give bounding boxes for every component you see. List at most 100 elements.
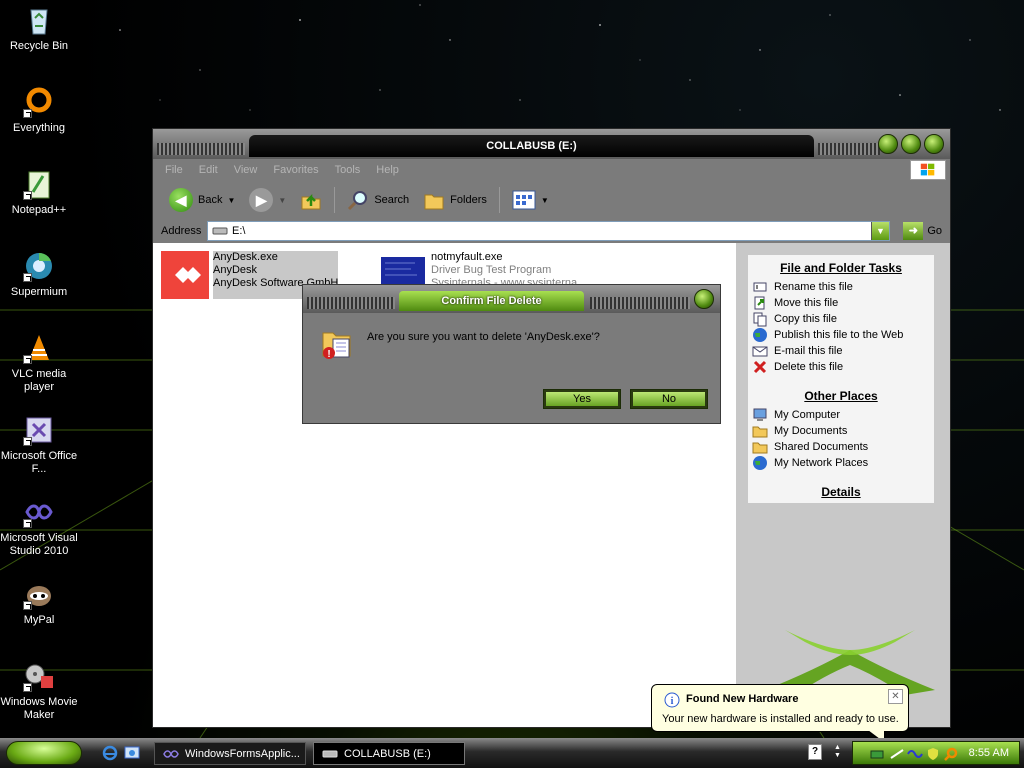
taskbar-button-windowsforms[interactable]: WindowsFormsApplic... [154, 742, 306, 765]
taskbar-button-collabusb[interactable]: COLLABUSB (E:) [313, 742, 465, 765]
desktop-icon-office[interactable]: Microsoft Office F... [0, 414, 78, 476]
address-input[interactable]: E:\ ▼ [207, 221, 890, 241]
menu-file[interactable]: File [165, 164, 183, 176]
close-button[interactable] [924, 134, 944, 154]
desktop-icon-vlc[interactable]: VLC media player [0, 332, 78, 394]
help-icon[interactable]: ? [808, 744, 822, 760]
visual-studio-icon [163, 749, 179, 758]
maximize-button[interactable] [901, 134, 921, 154]
task-email[interactable]: E-mail this file [748, 343, 934, 359]
file-folder-tasks-heading[interactable]: File and Folder Tasks [748, 261, 934, 275]
place-shared-documents[interactable]: Shared Documents [748, 439, 934, 455]
views-icon [512, 190, 536, 210]
dialog-titlebar[interactable]: Confirm File Delete [303, 285, 720, 313]
task-label: Delete this file [774, 361, 844, 373]
menu-favorites[interactable]: Favorites [273, 164, 318, 176]
network-tray-icon[interactable] [889, 746, 905, 762]
info-icon: i [664, 692, 680, 708]
delete-x-icon [753, 360, 767, 374]
titlebar-grille [818, 143, 880, 155]
minimize-button[interactable] [878, 134, 898, 154]
task-copy[interactable]: Copy this file [748, 311, 934, 327]
svg-text:i: i [671, 696, 674, 707]
forward-dropdown-icon[interactable]: ▼ [278, 196, 286, 205]
menu-bar: File Edit View Favorites Tools Help [153, 159, 950, 181]
copy-icon [753, 312, 767, 327]
desktop-icon-recycle-bin[interactable]: Recycle Bin [0, 4, 78, 53]
tray-scroll-arrows-icon[interactable]: ▲ ▼ [834, 744, 841, 760]
place-my-network[interactable]: My Network Places [748, 455, 934, 471]
folders-button[interactable]: Folders [419, 186, 491, 214]
address-dropdown-button[interactable]: ▼ [871, 222, 889, 240]
back-button[interactable]: ◀ Back ▼ [165, 186, 239, 214]
found-new-hardware-balloon[interactable]: i Found New Hardware Your new hardware i… [651, 684, 909, 745]
desktop-icon-label: Notepad++ [11, 204, 67, 216]
shortcut-arrow-icon [23, 273, 32, 282]
titlebar-grille [590, 297, 690, 309]
place-my-documents[interactable]: My Documents [748, 423, 934, 439]
address-bar: Address E:\ ▼ ➜ Go [153, 219, 950, 243]
task-label: My Computer [774, 409, 841, 421]
drive-icon [322, 750, 338, 757]
task-label: Copy this file [774, 313, 837, 325]
shortcut-arrow-icon [23, 109, 32, 118]
task-move[interactable]: Move this file [748, 295, 934, 311]
yes-button[interactable]: Yes [543, 389, 621, 409]
forward-button[interactable]: ▶ ▼ [245, 186, 290, 214]
hardware-tray-icon[interactable] [869, 746, 885, 762]
shortcut-arrow-icon [23, 437, 32, 446]
task-label: E-mail this file [774, 345, 843, 357]
clock[interactable]: 8:55 AM [969, 747, 1009, 759]
back-dropdown-icon[interactable]: ▼ [227, 196, 235, 205]
titlebar-grille [307, 297, 395, 309]
window-titlebar[interactable]: COLLABUSB (E:) [153, 129, 950, 159]
search-button[interactable]: Search [343, 186, 413, 214]
desktop-icon-visual-studio[interactable]: Microsoft Visual Studio 2010 [0, 496, 78, 558]
desktop-icon-mypal[interactable]: MyPal [0, 578, 78, 627]
tasks-panel: File and Folder Tasks Rename this file M… [748, 255, 934, 503]
go-label: Go [927, 225, 942, 237]
other-places-heading[interactable]: Other Places [748, 389, 934, 403]
task-label: Shared Documents [774, 441, 869, 453]
network-icon [753, 456, 767, 470]
show-desktop-icon[interactable] [124, 745, 140, 761]
menu-tools[interactable]: Tools [335, 164, 361, 176]
titlebar-grille [157, 143, 245, 155]
file-name: notmyfault.exe [431, 251, 503, 263]
dialog-message: Are you sure you want to delete 'AnyDesk… [367, 331, 600, 343]
task-publish[interactable]: Publish this file to the Web [748, 327, 934, 343]
address-label: Address [161, 225, 202, 237]
no-button[interactable]: No [630, 389, 708, 409]
toolbar: ◀ Back ▼ ▶ ▼ Search Folders ▼ [153, 181, 950, 219]
svg-text:!: ! [327, 349, 330, 360]
task-rename[interactable]: Rename this file [748, 279, 934, 295]
search-label: Search [374, 194, 410, 206]
search-tray-icon[interactable] [943, 746, 959, 762]
rename-icon [753, 282, 767, 292]
up-folder-button[interactable] [296, 186, 326, 214]
shield-tray-icon[interactable] [925, 746, 941, 762]
menu-help[interactable]: Help [376, 164, 399, 176]
desktop-icon-movie-maker[interactable]: Windows Movie Maker [0, 660, 78, 722]
visual-studio-tray-icon[interactable] [907, 746, 923, 762]
move-icon [754, 296, 765, 310]
taskbar: WindowsFormsApplic... COLLABUSB (E:) ? ▲… [0, 738, 1024, 768]
task-delete[interactable]: Delete this file [748, 359, 934, 375]
place-my-computer[interactable]: My Computer [748, 407, 934, 423]
globe-icon [753, 328, 767, 342]
details-heading[interactable]: Details [748, 485, 934, 499]
toolbar-separator [334, 187, 336, 213]
desktop-icon-supermium[interactable]: Supermium [0, 250, 78, 299]
dialog-close-button[interactable] [694, 289, 714, 309]
go-button[interactable]: ➜ Go [903, 222, 942, 240]
internet-explorer-icon[interactable] [102, 745, 118, 761]
views-button[interactable]: ▼ [508, 186, 553, 214]
start-button[interactable] [6, 741, 82, 765]
desktop-icon-notepadpp[interactable]: Notepad++ [0, 168, 78, 217]
menu-edit[interactable]: Edit [199, 164, 218, 176]
email-icon [752, 346, 768, 357]
drive-icon [212, 227, 228, 235]
menu-view[interactable]: View [234, 164, 258, 176]
desktop-icon-everything[interactable]: Everything [0, 86, 78, 135]
balloon-close-button[interactable]: ✕ [888, 689, 903, 704]
